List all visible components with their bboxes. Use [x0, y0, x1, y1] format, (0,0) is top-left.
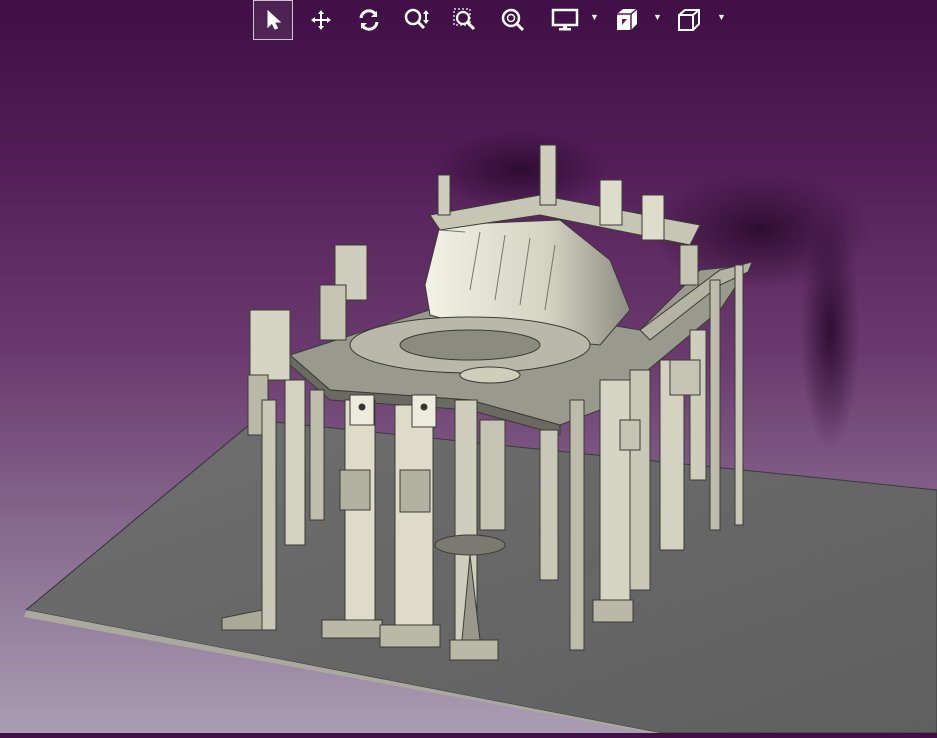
display-mode-button[interactable] [545, 0, 585, 40]
zoom-in-out-icon [404, 8, 429, 30]
3d-viewport[interactable] [0, 40, 937, 734]
zoom-window-icon [453, 8, 476, 31]
pan-move-icon [311, 10, 331, 30]
pan-button[interactable] [301, 0, 341, 40]
section-view-dropdown-icon[interactable]: ▼ [653, 12, 662, 22]
select-button[interactable] [253, 0, 293, 40]
rotate-icon [359, 9, 379, 31]
monitor-icon [551, 8, 579, 31]
zoom-window-button[interactable] [445, 0, 485, 40]
view-cube-dropdown-icon[interactable]: ▼ [717, 12, 726, 22]
section-view-button[interactable] [607, 0, 647, 40]
fit-all-button[interactable] [493, 0, 533, 40]
model-shadow [430, 130, 610, 210]
view-cube-icon [678, 9, 700, 31]
display-mode-dropdown-icon[interactable]: ▼ [590, 12, 599, 22]
cad-fixture-model [24, 130, 937, 734]
zoom-fit-icon [501, 8, 525, 32]
viewer-toolbar: ▼ ▼ ▼ [250, 0, 730, 40]
view-cube-button[interactable] [669, 0, 709, 40]
section-view-icon [617, 8, 638, 30]
select-arrow-icon [267, 9, 282, 30]
model-shadow [800, 210, 860, 450]
rotate-button[interactable] [349, 0, 389, 40]
zoom-button[interactable] [397, 0, 437, 40]
